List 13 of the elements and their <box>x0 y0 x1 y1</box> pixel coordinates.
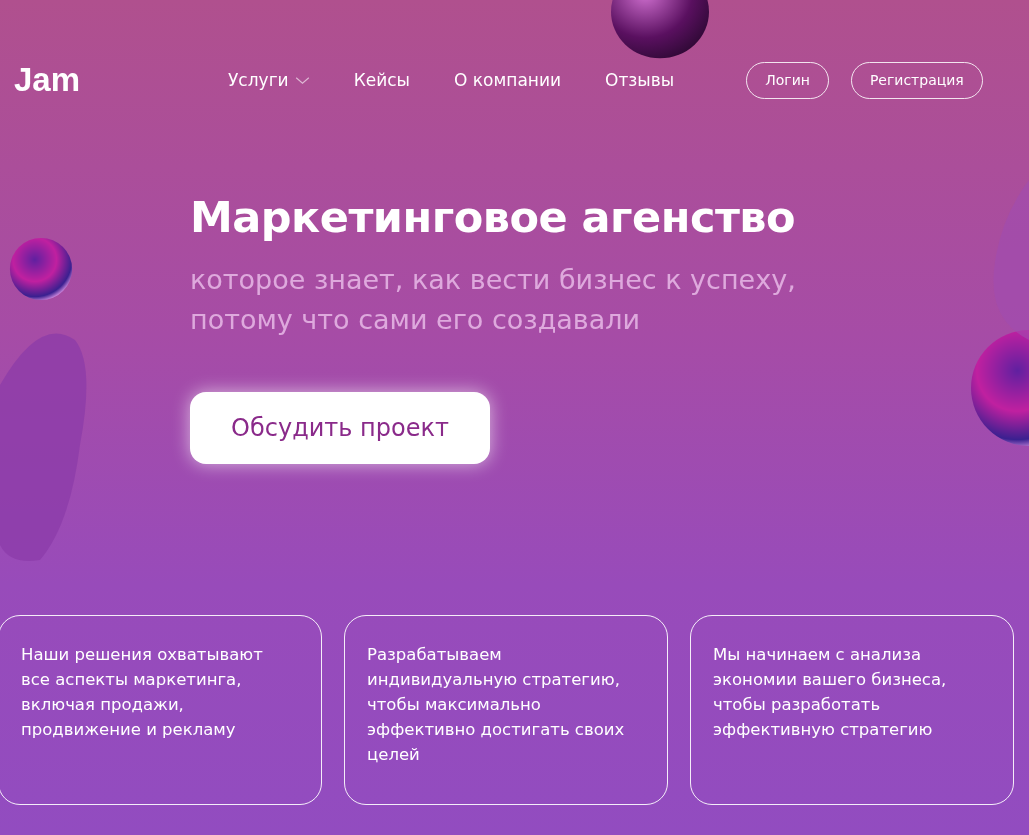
chevron-down-icon <box>294 75 310 85</box>
discuss-project-button[interactable]: Обсудить проект <box>190 392 490 464</box>
sphere-drawing <box>8 236 74 302</box>
hero-subtitle: которое знает, как вести бизнес к успеху, потому что сами его создавали <box>190 263 797 337</box>
hero-title: Маркетинговое агенство <box>190 192 797 242</box>
card-text: Мы начинаем с анализа экономии вашего бизнеса, чтобы разработать эффективную стратегию <box>713 644 948 741</box>
logo[interactable]: Jam <box>14 61 228 99</box>
nav-link[interactable]: Услуги <box>228 70 310 90</box>
nav-link[interactable]: Отзывы <box>605 70 675 90</box>
card-text: Разрабатываем индивидуальную стратегию, чтобы максимально эффективно достигать своих целей <box>367 644 626 766</box>
card-text: Наши решения охватывают все аспекты маркетинга, включая продажи, продвижение и рекламу <box>21 644 264 741</box>
nav-link[interactable]: О компании <box>454 70 561 90</box>
nav-link[interactable]: Кейсы <box>353 70 410 90</box>
